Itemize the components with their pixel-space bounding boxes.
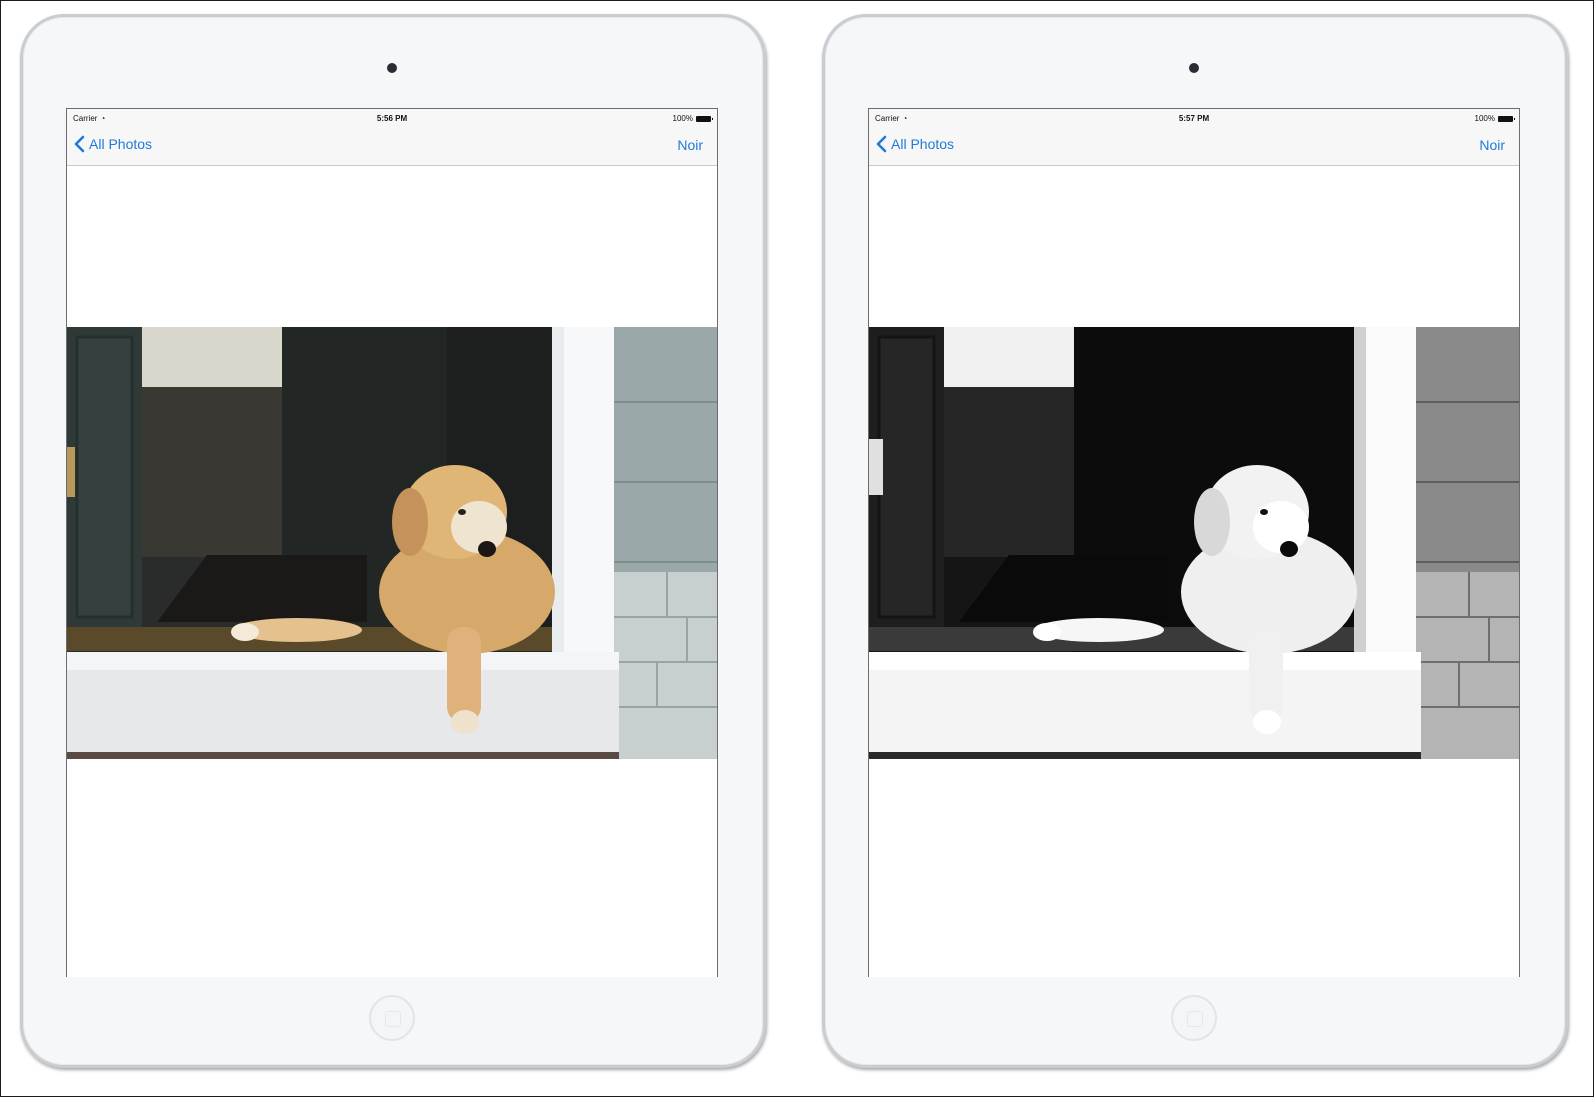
dog-photo-noir (869, 327, 1519, 759)
front-camera (387, 63, 397, 73)
status-bar: Carrier ◔ 5:56 PM 100% (67, 109, 717, 127)
dog-photo (67, 327, 717, 759)
status-bar: Carrier ◔ 5:57 PM 100% (869, 109, 1519, 127)
ipad-device-left: Carrier ◔ 5:56 PM 100% All Photos Noir (20, 14, 766, 1068)
back-button-label: All Photos (891, 136, 955, 152)
battery-icon (1498, 115, 1515, 122)
status-time: 5:56 PM (376, 114, 408, 123)
navigation-bar: All Photos Noir (869, 127, 1519, 166)
navigation-bar: All Photos Noir (67, 127, 717, 166)
battery-group: 100% (672, 114, 713, 123)
noir-button[interactable]: Noir (1479, 137, 1505, 153)
home-button[interactable] (369, 995, 415, 1041)
device-screen: Carrier ◔ 5:56 PM 100% All Photos Noir (66, 108, 718, 977)
battery-percent: 100% (1474, 114, 1495, 123)
back-button-all-photos[interactable]: All Photos (875, 135, 954, 153)
back-button-label: All Photos (89, 136, 153, 152)
battery-percent: 100% (672, 114, 693, 123)
battery-icon (696, 115, 713, 122)
back-button-all-photos[interactable]: All Photos (73, 135, 152, 153)
device-screen: Carrier ◔ 5:57 PM 100% All Photos Noir (868, 108, 1520, 977)
chevron-left-icon (74, 135, 85, 153)
front-camera (1189, 63, 1199, 73)
battery-group: 100% (1474, 114, 1515, 123)
noir-button[interactable]: Noir (677, 137, 703, 153)
home-button[interactable] (1171, 995, 1217, 1041)
status-time: 5:57 PM (1178, 114, 1210, 123)
ipad-device-right: Carrier ◔ 5:57 PM 100% All Photos Noir (822, 14, 1568, 1068)
chevron-left-icon (876, 135, 887, 153)
